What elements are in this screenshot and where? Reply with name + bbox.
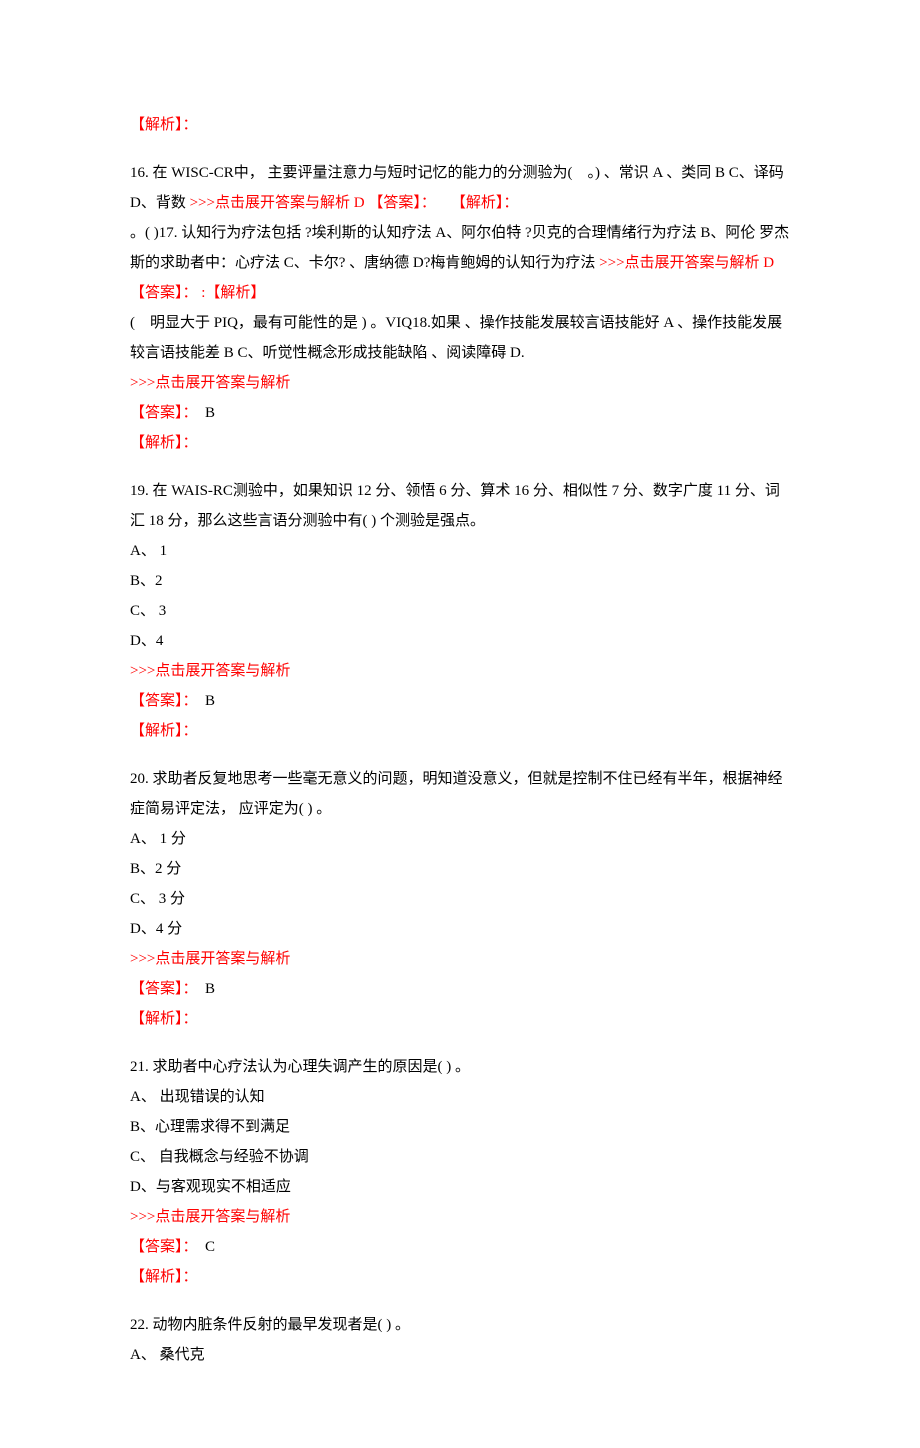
question-text: 21. 求助者中心疗法认为心理失调产生的原因是( ) 。 bbox=[130, 1059, 470, 1075]
question-text: 19. 在 WAIS-RC测验中，如果知识 12 分、领悟 6 分、算术 16 … bbox=[130, 483, 780, 529]
q18-text: ( 明显大于 PIQ，最有可能性的是 ) 。VIQ18.如果 、操作技能发展较言… bbox=[130, 315, 782, 361]
answer-value: C bbox=[190, 1239, 215, 1255]
answer-label: 【答案】： bbox=[130, 693, 190, 709]
answer-label: 【答案】： bbox=[130, 981, 190, 997]
option-c: C、 自我概念与经验不协调 bbox=[130, 1149, 309, 1165]
explain-label: 【解析】： bbox=[130, 723, 198, 739]
option-b: B、2 分 bbox=[130, 861, 181, 877]
option-a: A、 出现错误的认知 bbox=[130, 1089, 265, 1105]
expand-link[interactable]: >>>点击展开答案与解析 bbox=[130, 1209, 290, 1225]
question-19: 19. 在 WAIS-RC测验中，如果知识 12 分、领悟 6 分、算术 16 … bbox=[130, 476, 790, 746]
q16-inline-answer: D 【答案】： 【解析】： bbox=[350, 195, 518, 211]
option-a: A、 1 分 bbox=[130, 831, 186, 847]
explain-label: 【解析】： bbox=[130, 1011, 198, 1027]
expand-link[interactable]: >>>点击展开答案与解析 bbox=[130, 375, 290, 391]
option-c: C、 3 分 bbox=[130, 891, 185, 907]
question-21: 21. 求助者中心疗法认为心理失调产生的原因是( ) 。 A、 出现错误的认知 … bbox=[130, 1052, 790, 1292]
explain-label: 【解析】： bbox=[130, 117, 198, 133]
explain-label: 【解析】： bbox=[130, 1269, 198, 1285]
answer-value: B bbox=[190, 693, 215, 709]
explain-label: 【解析】： bbox=[130, 435, 198, 451]
answer-value: B bbox=[190, 981, 215, 997]
question-16-17-18: 16. 在 WISC-CR中， 主要评量注意力与短时记忆的能力的分测验为( 。)… bbox=[130, 158, 790, 458]
option-d: D、4 bbox=[130, 633, 163, 649]
option-a: A、 桑代克 bbox=[130, 1347, 205, 1363]
option-b: B、心理需求得不到满足 bbox=[130, 1119, 290, 1135]
option-c: C、 3 bbox=[130, 603, 166, 619]
option-b: B、2 bbox=[130, 573, 163, 589]
question-15-tail: 【解析】： bbox=[130, 110, 790, 140]
question-text: 20. 求助者反复地思考一些毫无意义的问题，明知道没意义，但就是控制不住已经有半… bbox=[130, 771, 783, 817]
question-20: 20. 求助者反复地思考一些毫无意义的问题，明知道没意义，但就是控制不住已经有半… bbox=[130, 764, 790, 1034]
option-d: D、4 分 bbox=[130, 921, 182, 937]
answer-value: B bbox=[190, 405, 215, 421]
expand-link[interactable]: >>>点击展开答案与解析 bbox=[599, 255, 759, 271]
expand-link[interactable]: >>>点击展开答案与解析 bbox=[130, 951, 290, 967]
answer-label: 【答案】： bbox=[130, 1239, 190, 1255]
question-text: 22. 动物内脏条件反射的最早发现者是( ) 。 bbox=[130, 1317, 410, 1333]
question-22: 22. 动物内脏条件反射的最早发现者是( ) 。 A、 桑代克 bbox=[130, 1310, 790, 1370]
expand-link[interactable]: >>>点击展开答案与解析 bbox=[130, 663, 290, 679]
option-d: D、与客观现实不相适应 bbox=[130, 1179, 291, 1195]
expand-link[interactable]: >>>点击展开答案与解析 bbox=[190, 195, 350, 211]
answer-label: 【答案】： bbox=[130, 405, 190, 421]
option-a: A、 1 bbox=[130, 543, 167, 559]
